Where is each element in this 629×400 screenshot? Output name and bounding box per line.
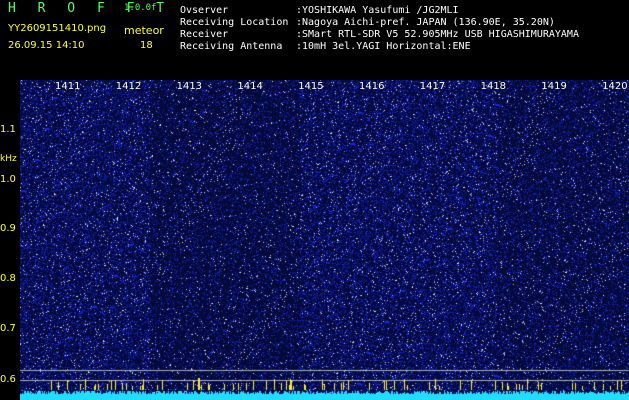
meteor-count: 18 <box>140 40 153 51</box>
observer-label: Ovserver <box>180 5 229 16</box>
observer-value: :YOSHIKAWA Yasufumi /JG2MLI <box>296 5 459 16</box>
x-tick-label: 1412 <box>115 81 142 92</box>
y-tick-label: 0.7 <box>0 323 16 334</box>
y-tick-label: 1.0 <box>0 174 16 185</box>
receiver-value: :SMart RTL-SDR V5 52.905MHz USB HIGASHIM… <box>296 29 579 40</box>
location-label: Receiving Location <box>180 17 289 28</box>
y-tick-label: 0.8 <box>0 273 16 284</box>
x-tick-label: 1418 <box>480 81 507 92</box>
header-panel: H R O F F T 1.0.0f YY2609151410.png mete… <box>0 0 629 78</box>
x-tick-label: 1417 <box>419 81 446 92</box>
filename-label: YY2609151410.png <box>8 23 107 34</box>
x-tick-label: 1416 <box>359 81 385 92</box>
y-axis-unit: kHz <box>0 154 17 164</box>
antenna-label: Receiving Antenna <box>180 41 283 52</box>
y-tick-label: 0.6 <box>0 374 16 385</box>
location-value: :Nagoya Aichi-pref. JAPAN (136.90E, 35.2… <box>296 17 555 28</box>
x-tick-label: 1420 <box>602 81 628 92</box>
y-tick-label: 0.9 <box>0 223 16 234</box>
mode-label: meteor <box>124 24 164 37</box>
antenna-value: :10mH 3el.YAGI Horizontal:ENE <box>296 41 471 52</box>
x-tick-label: 1413 <box>176 81 203 92</box>
receiver-label: Receiver <box>180 29 229 40</box>
x-tick-label: 1419 <box>541 81 567 92</box>
x-tick-label: 1415 <box>298 81 324 92</box>
spectrogram-plot <box>20 80 629 400</box>
x-tick-label: 1411 <box>55 81 81 92</box>
y-tick-label: 1.1 <box>0 124 16 135</box>
x-tick-label: 1414 <box>237 81 263 92</box>
app-version: 1.0.0f <box>124 3 157 13</box>
datetime-label: 26.09.15 14:10 <box>8 40 85 51</box>
